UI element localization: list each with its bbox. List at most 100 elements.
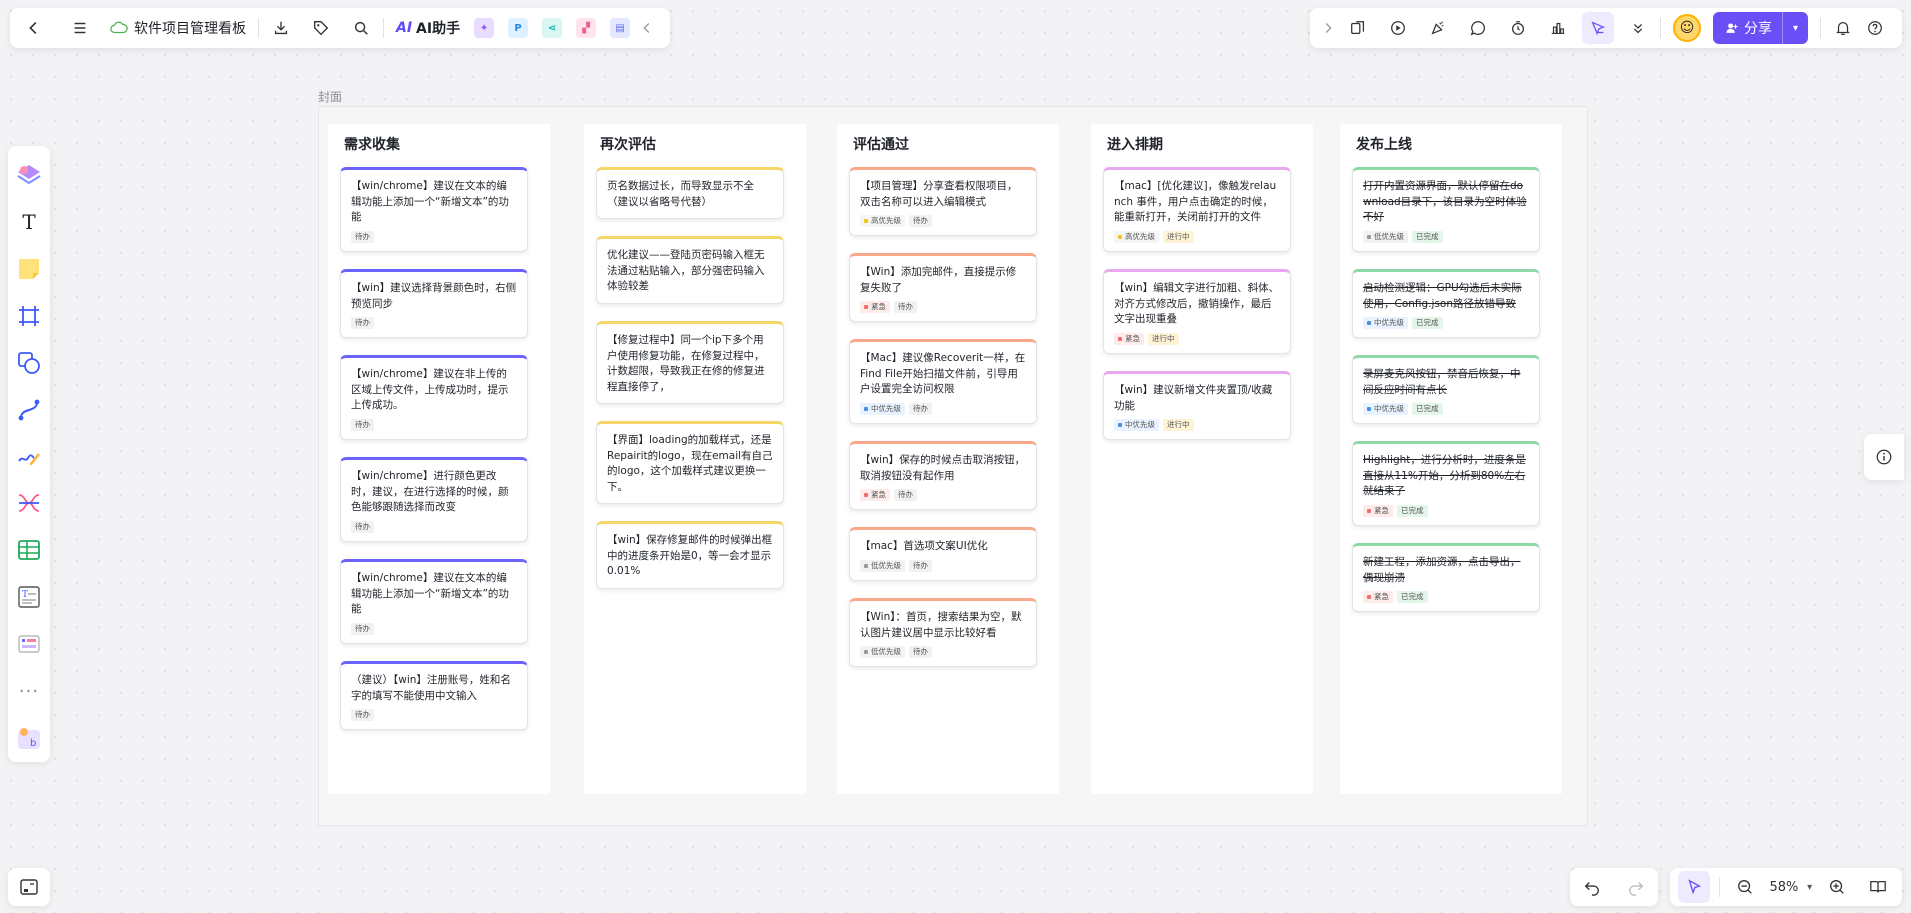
comment-icon[interactable]	[1462, 12, 1494, 44]
mindmap-plugin-icon[interactable]: ⋖	[542, 18, 563, 38]
status-badge[interactable]: 紧急	[860, 489, 890, 501]
status-badge[interactable]: 紧急	[1363, 591, 1393, 603]
task-card[interactable]: 打开内置资源界面，默认停留在download目录下，该目录为空时体验不好 低优先级…	[1352, 167, 1540, 252]
status-badge[interactable]: 已完成	[1397, 504, 1428, 517]
task-card[interactable]: 【win】建议选择背景颜色时，右侧预览同步 待办	[340, 269, 528, 338]
status-badge[interactable]: 低优先级	[860, 559, 905, 572]
ai-image-plugin-icon[interactable]: ✦	[474, 18, 495, 38]
collapse-left-icon[interactable]	[637, 12, 657, 44]
task-card[interactable]: 【界面】loading的加载样式，还是Repairit的logo，现在email…	[596, 421, 784, 504]
task-card[interactable]: 页名数据过长，而导致显示不全（建议以省略号代替）	[596, 167, 784, 219]
flowchart-plugin-icon[interactable]: ▞	[576, 18, 597, 38]
status-badge[interactable]: 低优先级	[1363, 230, 1408, 243]
status-badge[interactable]: 待办	[351, 317, 374, 329]
status-badge[interactable]: 高优先级	[860, 215, 905, 227]
status-badge[interactable]: 进行中	[1163, 419, 1194, 431]
status-badge[interactable]: 待办	[351, 520, 374, 533]
select-pointer-icon[interactable]	[1678, 871, 1711, 903]
status-badge[interactable]: 进行中	[1163, 230, 1194, 243]
task-card[interactable]: 【win】编辑文字进行加粗、斜体、对齐方式修改后，撤销操作，最后文字出现重叠 紧急…	[1103, 269, 1291, 354]
status-badge[interactable]: 已完成	[1397, 591, 1428, 603]
undo-icon[interactable]	[1576, 871, 1608, 903]
sticky-note-icon[interactable]	[13, 253, 45, 285]
zoom-out-icon[interactable]	[1729, 871, 1761, 903]
kanban-column[interactable]: 发布上线打开内置资源界面，默认停留在download目录下，该目录为空时体验不好…	[1340, 124, 1562, 794]
expand-right-icon[interactable]	[1318, 12, 1338, 44]
chat-plugin-icon[interactable]: ▤	[610, 18, 631, 38]
info-icon[interactable]	[1864, 434, 1904, 480]
status-badge[interactable]: 中优先级	[860, 402, 905, 415]
zoom-dropdown-icon[interactable]: ▾	[1807, 882, 1812, 893]
column-title[interactable]: 需求收集	[344, 134, 400, 154]
tag-icon[interactable]	[305, 12, 337, 44]
status-badge[interactable]: 紧急	[1114, 332, 1144, 345]
status-badge[interactable]: 紧急	[860, 301, 890, 313]
document-tool-icon[interactable]: T	[13, 581, 45, 613]
back-icon[interactable]	[18, 12, 50, 44]
task-card[interactable]: 【Win】：首页，搜索结果为空，默认图片建议居中显示比较好看 低优先级 待办	[849, 598, 1037, 667]
task-card[interactable]: 【win】保存的时候点击取消按钮，取消按钮没有起作用 紧急 待办	[849, 441, 1037, 510]
redo-icon[interactable]	[1620, 871, 1652, 903]
task-card[interactable]: 新建工程，添加资源，点击导出，偶现崩溃 紧急 已完成	[1352, 543, 1540, 612]
status-badge[interactable]: 中优先级	[1363, 317, 1408, 329]
task-card[interactable]: Highlight，进行分析时，进度条是直接从11%开始，分析到80%左右就结束…	[1352, 441, 1540, 526]
task-card[interactable]: 【win/chrome】建议在文本的编辑功能上添加一个“新增文本”的功能 待办	[340, 559, 528, 644]
menu-icon[interactable]	[64, 12, 96, 44]
kanban-tool-icon[interactable]	[13, 628, 45, 660]
cursor-follow-icon[interactable]	[1582, 12, 1614, 44]
task-card[interactable]: 启动检测逻辑：GPU勾选后未实际使用，Config.json路径放错导致 中优先级…	[1352, 269, 1540, 338]
material-library-icon[interactable]	[13, 159, 45, 191]
status-badge[interactable]: 待办	[351, 622, 374, 635]
task-card[interactable]: 录屏麦克风按钮，禁音后恢复，中间反应时间有点长 中优先级 已完成	[1352, 355, 1540, 424]
minimap-toggle-icon[interactable]	[8, 868, 50, 906]
status-badge[interactable]: 高优先级	[1114, 230, 1159, 243]
task-card[interactable]: 【项目管理】分享查看权限项目，双击名称可以进入编辑模式 高优先级 待办	[849, 167, 1037, 236]
kanban-column[interactable]: 进入排期【mac】[优化建议]，像触发relaunch 事件，用户点击确定的时候…	[1091, 124, 1313, 794]
task-card[interactable]: 【修复过程中】同一个ip下多个用户使用修复功能，在修复过程中，计数超限，导致我正…	[596, 321, 784, 404]
status-badge[interactable]: 低优先级	[860, 646, 905, 658]
document-title[interactable]: 软件项目管理看板	[104, 18, 252, 38]
frame-tool-icon[interactable]	[13, 300, 45, 332]
status-badge[interactable]: 紧急	[1363, 504, 1393, 517]
more-chevron-icon[interactable]	[1622, 12, 1654, 44]
kanban-column[interactable]: 评估通过 【项目管理】分享查看权限项目，双击名称可以进入编辑模式 高优先级 待办 【Wi…	[837, 124, 1059, 794]
more-tools-icon[interactable]: ···	[13, 675, 45, 707]
column-title[interactable]: 再次评估	[600, 134, 656, 154]
template-icon[interactable]	[1342, 12, 1374, 44]
search-icon[interactable]	[345, 12, 377, 44]
status-badge[interactable]: 待办	[894, 489, 917, 501]
task-card[interactable]: 【mac】[优化建议]，像触发relaunch 事件，用户点击确定的时候，能重新…	[1103, 167, 1291, 252]
zoom-in-icon[interactable]	[1821, 871, 1853, 903]
task-card[interactable]: 【win/chrome】进行颜色更改时，建议，在进行选择的时候，颜色能够跟随选择…	[340, 457, 528, 542]
download-icon[interactable]	[265, 12, 297, 44]
status-badge[interactable]: 已完成	[1412, 403, 1443, 415]
celebrate-icon[interactable]	[1422, 12, 1454, 44]
kanban-column[interactable]: 再次评估页名数据过长，而导致显示不全（建议以省略号代替） 优化建议——登陆页密码输…	[584, 124, 806, 794]
status-badge[interactable]: 待办	[351, 709, 374, 721]
task-card[interactable]: 优化建议——登陆页密码输入框无法通过粘贴输入，部分强密码输入体验较差	[596, 236, 784, 304]
task-card[interactable]: 【Win】添加完邮件，直接提示修复失败了 紧急 待办	[849, 253, 1037, 322]
status-badge[interactable]: 待办	[909, 402, 932, 415]
task-card[interactable]: 【win/chrome】建议在非上传的区域上传文件，上传成功时，提示上传成功。待…	[340, 355, 528, 440]
status-badge[interactable]: 待办	[909, 646, 932, 658]
column-title[interactable]: 进入排期	[1107, 134, 1163, 154]
status-badge[interactable]: 待办	[351, 230, 374, 243]
frame-label[interactable]: 封面	[318, 88, 342, 105]
status-badge[interactable]: 待办	[894, 301, 917, 313]
status-badge[interactable]: 中优先级	[1114, 419, 1159, 431]
book-view-icon[interactable]	[1862, 871, 1894, 903]
status-badge[interactable]: 待办	[351, 418, 374, 431]
column-title[interactable]: 发布上线	[1356, 134, 1412, 154]
connector-tool-icon[interactable]	[13, 394, 45, 426]
notification-bell-icon[interactable]	[1827, 12, 1859, 44]
present-icon[interactable]	[1382, 12, 1414, 44]
text-tool-icon[interactable]: T	[13, 206, 45, 238]
task-card[interactable]: （建议）【win】注册账号，姓和名字的填写不能使用中文输入 待办	[340, 661, 528, 730]
share-dropdown-icon[interactable]: ▾	[1782, 12, 1808, 44]
share-button-main[interactable]: 分享	[1713, 18, 1782, 38]
pen-tool-icon[interactable]	[13, 441, 45, 473]
help-icon[interactable]	[1859, 12, 1891, 44]
shape-tool-icon[interactable]	[13, 347, 45, 379]
task-card[interactable]: 【win/chrome】建议在文本的编辑功能上添加一个“新增文本”的功能 待办	[340, 167, 528, 252]
vote-icon[interactable]	[1542, 12, 1574, 44]
